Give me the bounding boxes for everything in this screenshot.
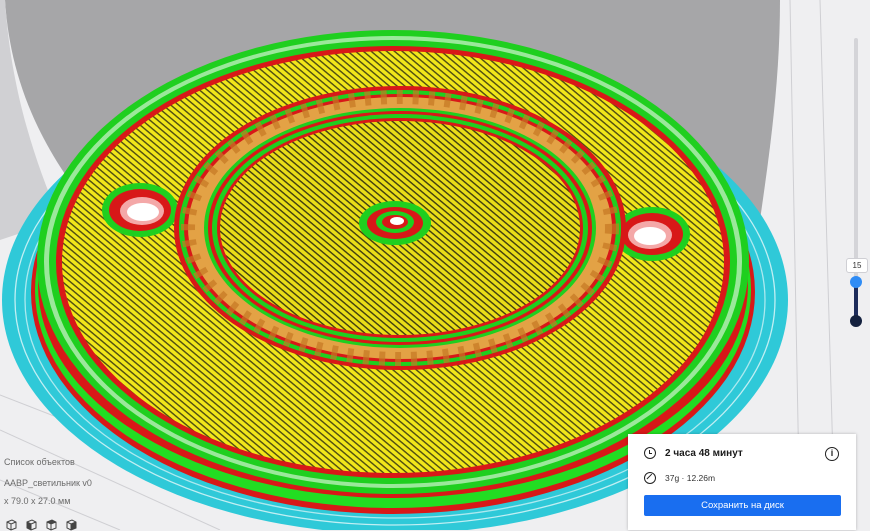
spool-icon	[644, 472, 656, 484]
save-to-disk-button[interactable]: Сохранить на диск	[644, 495, 841, 516]
view-front-icon[interactable]	[24, 517, 38, 531]
view-left-icon[interactable]	[64, 517, 78, 531]
object-list-title[interactable]: Список объектов	[4, 457, 75, 467]
object-name: AAВP_светильник v0	[4, 478, 92, 488]
view-top-icon[interactable]	[44, 517, 58, 531]
camera-view-buttons	[4, 517, 78, 531]
print-time: 2 часа 48 минут	[665, 447, 743, 459]
layer-slider-upper-handle[interactable]	[850, 276, 862, 288]
layer-slider-lower-handle[interactable]	[850, 315, 862, 327]
layer-number-input[interactable]: 15	[846, 258, 868, 273]
object-dimensions: x 79.0 x 27.0 мм	[4, 496, 71, 506]
info-icon[interactable]: i	[825, 447, 839, 461]
clock-icon	[644, 447, 656, 459]
view-3d-icon[interactable]	[4, 517, 18, 531]
material-row: 37g · 12.26m	[644, 472, 715, 484]
print-info-panel: 2 часа 48 минут i 37g · 12.26m Сохранить…	[628, 434, 856, 530]
object-list-panel: Список объектов AAВP_светильник v0 x 79.…	[4, 455, 174, 531]
print-time-row: 2 часа 48 минут	[644, 447, 743, 459]
material-usage: 37g · 12.26m	[665, 473, 716, 483]
